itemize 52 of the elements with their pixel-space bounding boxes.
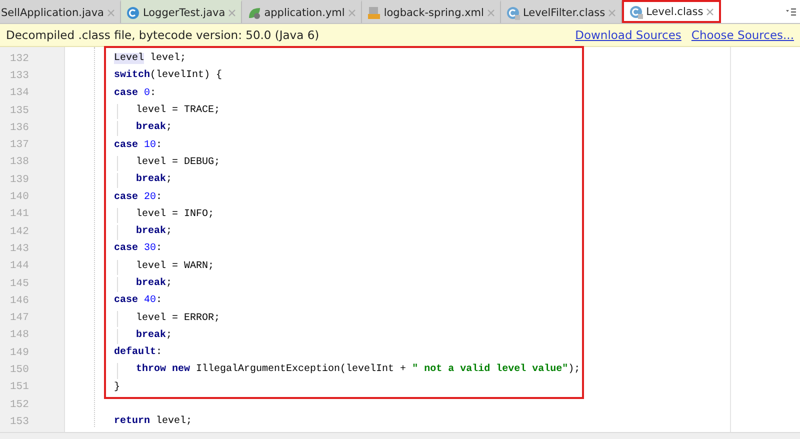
line-number: 138: [9, 156, 30, 168]
code-line: return level;: [114, 416, 192, 428]
code-line: level = WARN;: [136, 260, 214, 272]
banner-message: Decompiled .class file, bytecode version: 50.0 (Java 6): [6, 28, 320, 42]
editor-tab[interactable]: LoggerTest.java: [120, 0, 242, 23]
code-line: break;: [136, 278, 172, 289]
editor-tab[interactable]: Level.class: [622, 0, 722, 23]
banner-link[interactable]: Choose Sources...: [691, 28, 794, 42]
code-line: level = ERROR;: [136, 312, 220, 324]
code-line: break;: [136, 330, 172, 341]
banner-link[interactable]: Download Sources: [575, 28, 682, 42]
line-number: 144: [9, 260, 30, 272]
line-number: 143: [9, 242, 30, 255]
code-line: case 40:: [114, 295, 162, 306]
code-line: break;: [136, 122, 172, 134]
line-number: 140: [9, 191, 30, 204]
line-number: 147: [9, 312, 30, 324]
line-number: 135: [9, 104, 30, 117]
code-line: }: [114, 382, 120, 393]
editor-tab[interactable]: logback-spring.xml: [362, 0, 501, 23]
editor-tab[interactable]: LevelFilter.class: [500, 0, 622, 23]
code-line: Level level;: [114, 53, 186, 64]
line-number: 132: [9, 52, 30, 65]
line-number: 133: [9, 70, 30, 82]
line-number: 150: [9, 364, 30, 376]
code-line: throw new IllegalArgumentException(levelInt + " not a valid level value");: [136, 364, 580, 376]
editor-tab[interactable]: application.yml: [242, 0, 362, 23]
code-line: level = TRACE;: [136, 105, 220, 116]
code-line: break;: [136, 226, 172, 238]
line-number: 136: [9, 122, 30, 134]
line-number: 152: [9, 398, 30, 411]
code-line: switch(levelInt) {: [114, 70, 222, 82]
line-number: 141: [9, 208, 30, 220]
line-number: 145: [9, 278, 30, 290]
code-line: case 30:: [114, 243, 162, 254]
code-line: level = DEBUG;: [136, 156, 220, 168]
line-number: 151: [9, 381, 30, 394]
code-line: case 0:: [114, 88, 156, 99]
code-line: default:: [114, 347, 162, 358]
line-number: 149: [9, 346, 30, 359]
line-number: 137: [9, 139, 30, 152]
line-number: 142: [9, 226, 30, 238]
line-number: 134: [9, 87, 30, 100]
line-number: 148: [9, 329, 30, 342]
editor-tab[interactable]: SellApplication.java: [0, 0, 121, 23]
code-line: case 20:: [114, 192, 162, 203]
line-number: 153: [9, 416, 30, 428]
code-line: case 10:: [114, 140, 162, 151]
line-number: 146: [9, 294, 30, 307]
code-line: break;: [136, 174, 172, 186]
code-line: level = INFO;: [136, 208, 214, 220]
line-number: 139: [9, 174, 30, 186]
